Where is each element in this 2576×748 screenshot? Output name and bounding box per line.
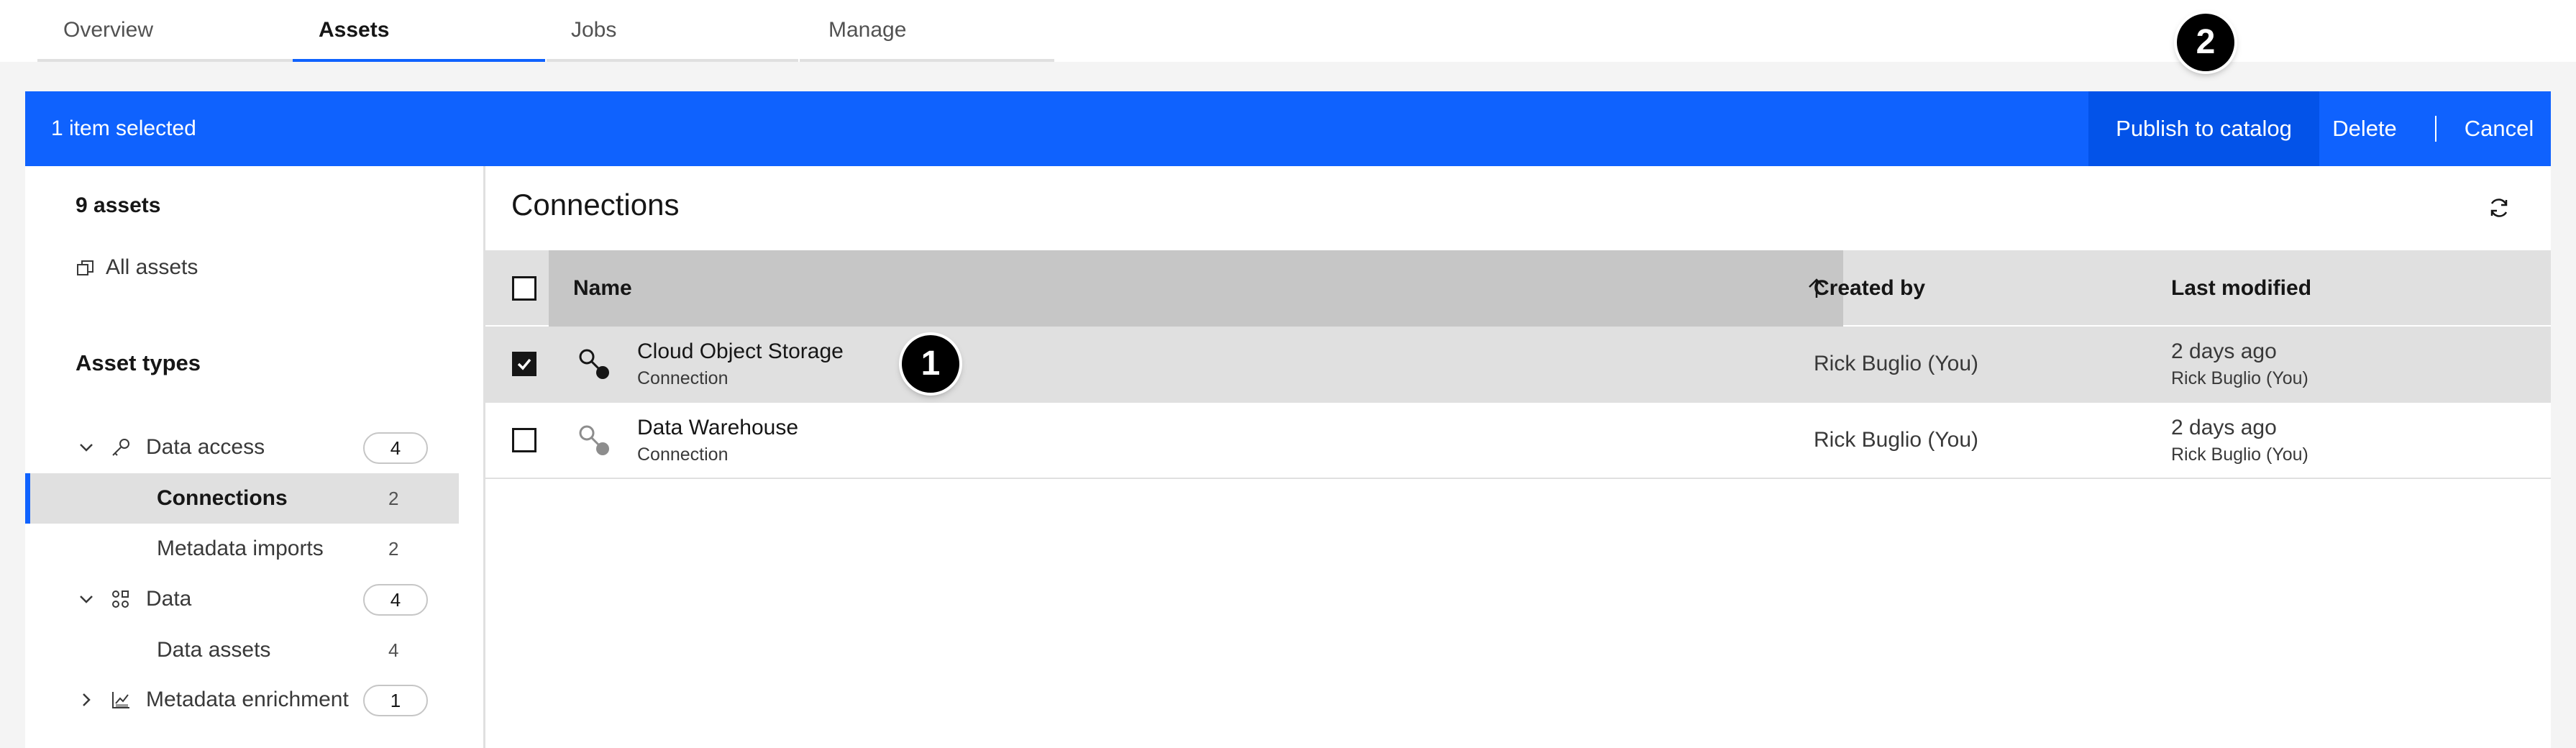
tab-overview[interactable]: Overview bbox=[37, 0, 293, 62]
select-all-checkbox[interactable] bbox=[512, 276, 536, 301]
created-by: Rick Buglio (You) bbox=[1814, 428, 1978, 452]
page-title: Connections bbox=[511, 188, 680, 222]
assets-table: Name Created by Last modified Cloud Obje… bbox=[485, 250, 2551, 479]
tree-item-metadata-imports[interactable]: Metadata imports 2 bbox=[25, 524, 459, 574]
all-assets-label: All assets bbox=[106, 255, 198, 279]
modified-by: Rick Buglio (You) bbox=[2171, 444, 2308, 465]
chevron-down-icon[interactable] bbox=[77, 438, 96, 457]
asset-types-heading: Asset types bbox=[76, 350, 201, 375]
checkmark-icon bbox=[517, 358, 531, 370]
tree-item-label: Connections bbox=[157, 486, 288, 510]
table-row[interactable]: Data Warehouse Connection Rick Buglio (Y… bbox=[485, 403, 2551, 479]
tree-group-label: Data bbox=[146, 587, 192, 611]
last-modified: 2 days ago bbox=[2171, 416, 2277, 439]
all-assets-link[interactable]: All assets bbox=[76, 255, 198, 280]
chart-icon bbox=[112, 692, 129, 708]
tree-group-metadata-enrichment[interactable]: Metadata enrichment 1 bbox=[25, 675, 459, 725]
tree-item-connections[interactable]: Connections 2 bbox=[25, 473, 459, 524]
count-badge: 4 bbox=[363, 584, 428, 616]
column-header-created-by[interactable]: Created by bbox=[1814, 250, 1925, 327]
asset-count: 9 assets bbox=[76, 193, 161, 217]
connection-icon bbox=[579, 425, 609, 455]
column-header-name[interactable]: Name bbox=[549, 250, 1843, 327]
key-icon bbox=[112, 439, 129, 456]
publish-to-catalog-button[interactable]: Publish to catalog bbox=[2088, 91, 2319, 166]
tree-item-label: Data assets bbox=[157, 638, 271, 662]
button-divider bbox=[2435, 116, 2436, 142]
chevron-down-icon[interactable] bbox=[77, 590, 96, 608]
asset-type: Connection bbox=[637, 368, 729, 388]
created-by: Rick Buglio (You) bbox=[1814, 352, 1978, 375]
tree-item-count: 4 bbox=[388, 639, 399, 661]
refresh-icon[interactable] bbox=[2486, 195, 2512, 221]
tree-group-label: Metadata enrichment bbox=[146, 688, 349, 711]
copy-icon bbox=[76, 258, 96, 278]
tab-assets[interactable]: Assets bbox=[293, 0, 545, 62]
asset-filter-sidebar: 9 assets All assets Asset types Data acc… bbox=[25, 166, 485, 748]
tree-group-data[interactable]: Data 4 bbox=[25, 574, 459, 624]
asset-name-link[interactable]: Data Warehouse bbox=[637, 416, 798, 440]
selection-banner: 1 item selected Publish to catalog Delet… bbox=[25, 91, 2551, 166]
row-checkbox[interactable] bbox=[512, 352, 536, 376]
column-header-last-modified[interactable]: Last modified bbox=[2171, 250, 2311, 327]
row-checkbox[interactable] bbox=[512, 428, 536, 452]
count-badge: 1 bbox=[363, 685, 428, 716]
select-all-cell bbox=[485, 250, 549, 327]
tree-group-label: Data access bbox=[146, 435, 265, 459]
tab-jobs[interactable]: Jobs bbox=[547, 0, 798, 62]
tree-group-data-access[interactable]: Data access 4 bbox=[25, 422, 459, 473]
selected-count-text: 1 item selected bbox=[51, 117, 196, 140]
table-row[interactable]: Cloud Object Storage Connection Rick Bug… bbox=[485, 327, 2551, 403]
tree-item-data-assets[interactable]: Data assets 4 bbox=[25, 625, 459, 675]
column-header-label: Name bbox=[573, 276, 632, 300]
connections-panel: Connections Name Created by Last modifie… bbox=[485, 166, 2551, 748]
modified-by: Rick Buglio (You) bbox=[2171, 368, 2308, 388]
cancel-button[interactable]: Cancel bbox=[2447, 91, 2551, 166]
tree-item-count: 2 bbox=[388, 488, 399, 509]
data-icon bbox=[112, 590, 129, 608]
asset-name-link[interactable]: Cloud Object Storage bbox=[637, 339, 844, 364]
tree-item-count: 2 bbox=[388, 538, 399, 560]
callout-2: 2 bbox=[2177, 14, 2234, 71]
connection-icon bbox=[579, 349, 609, 379]
delete-button[interactable]: Delete bbox=[2319, 91, 2410, 166]
callout-1: 1 bbox=[902, 335, 959, 393]
chevron-right-icon[interactable] bbox=[77, 690, 96, 709]
table-header: Name Created by Last modified bbox=[485, 250, 2551, 327]
count-badge: 4 bbox=[363, 432, 428, 464]
tree-item-label: Metadata imports bbox=[157, 537, 324, 560]
asset-type: Connection bbox=[637, 444, 729, 465]
tab-manage[interactable]: Manage bbox=[800, 0, 1054, 62]
last-modified: 2 days ago bbox=[2171, 339, 2277, 363]
